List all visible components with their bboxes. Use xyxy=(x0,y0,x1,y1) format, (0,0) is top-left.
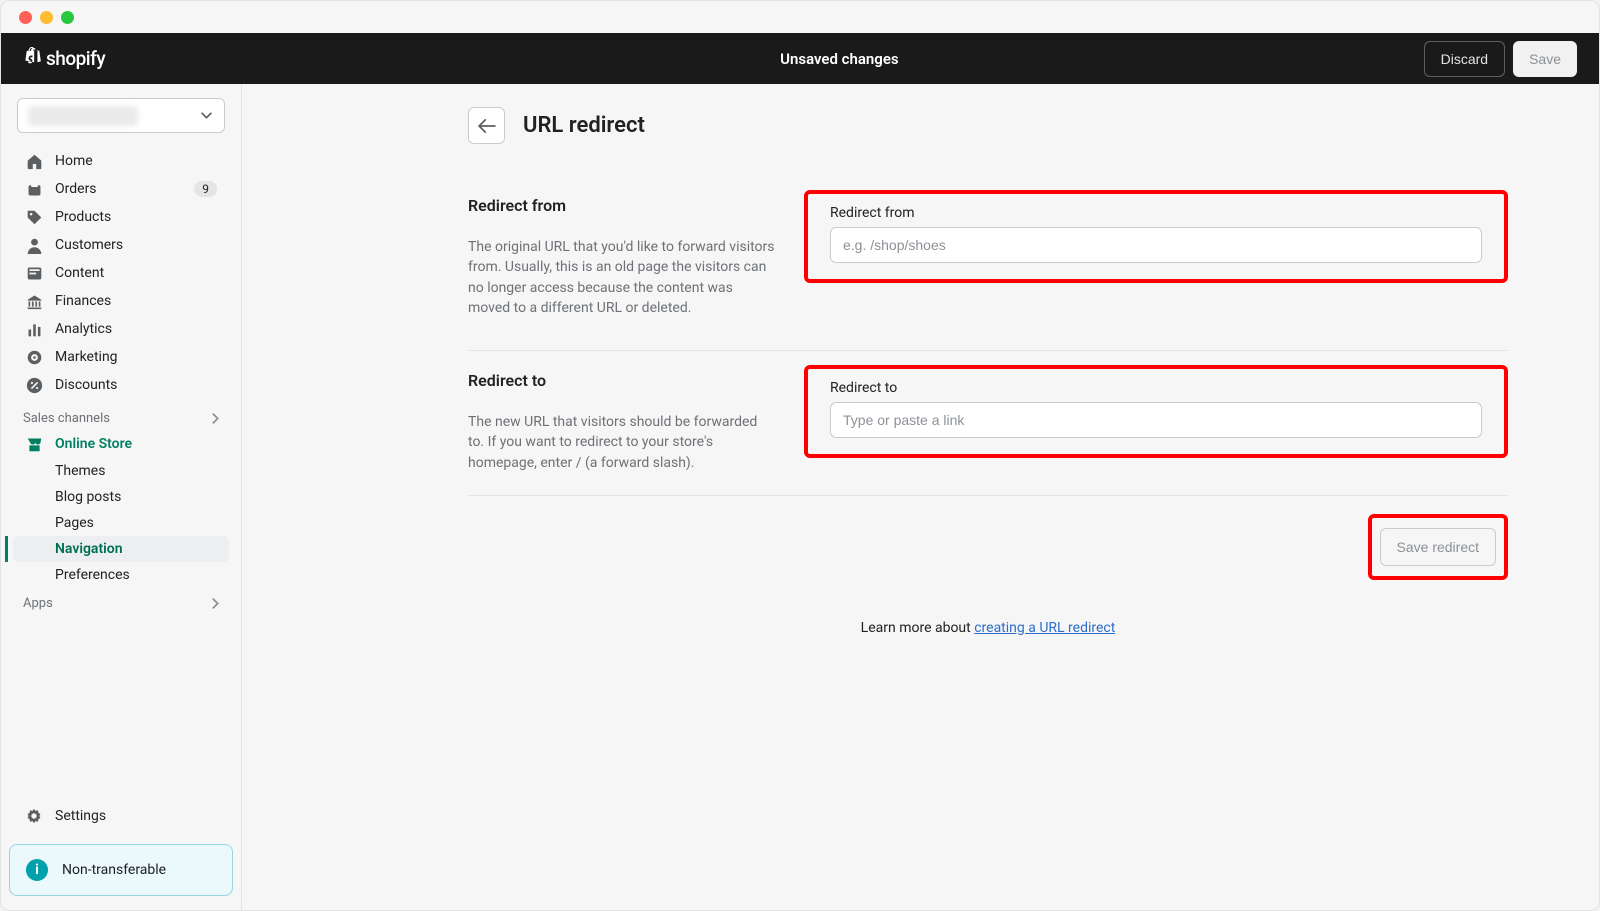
marketing-icon xyxy=(25,348,43,366)
chevron-right-icon xyxy=(212,413,219,424)
page-title: URL redirect xyxy=(523,113,645,138)
sidebar: Home Orders 9 Products Customers C xyxy=(1,84,242,910)
window-titlebar xyxy=(1,1,1599,33)
sidebar-sub-blog-posts[interactable]: Blog posts xyxy=(13,484,229,510)
content-icon xyxy=(25,264,43,282)
main-content: URL redirect Redirect from The original … xyxy=(242,84,1599,910)
store-selector[interactable] xyxy=(17,98,225,133)
store-icon xyxy=(25,435,43,453)
top-app-bar: shopify Unsaved changes Discard Save xyxy=(1,33,1599,84)
sidebar-item-label: Marketing xyxy=(55,349,118,365)
sidebar-item-marketing[interactable]: Marketing xyxy=(13,343,229,371)
sidebar-item-products[interactable]: Products xyxy=(13,203,229,231)
input-label: Redirect from xyxy=(830,205,1482,221)
window-minimize-icon[interactable] xyxy=(40,11,53,24)
sidebar-item-label: Orders xyxy=(55,181,97,197)
sidebar-item-finances[interactable]: Finances xyxy=(13,287,229,315)
redirect-to-input[interactable] xyxy=(830,402,1482,438)
finances-icon xyxy=(25,292,43,310)
sidebar-item-label: Home xyxy=(55,153,93,169)
section-heading: Redirect to xyxy=(468,371,776,390)
non-transferable-banner: i Non-transferable xyxy=(9,844,233,896)
save-redirect-button[interactable]: Save redirect xyxy=(1380,528,1496,566)
sidebar-item-customers[interactable]: Customers xyxy=(13,231,229,259)
learn-more-prefix: Learn more about xyxy=(861,620,975,636)
analytics-icon xyxy=(25,320,43,338)
shopify-wordmark: shopify xyxy=(46,47,105,70)
sidebar-item-label: Blog posts xyxy=(55,489,121,505)
sidebar-item-label: Online Store xyxy=(55,436,132,452)
gear-icon xyxy=(25,807,43,825)
banner-text: Non-transferable xyxy=(62,862,166,878)
products-icon xyxy=(25,208,43,226)
redirect-from-input[interactable] xyxy=(830,227,1482,263)
sidebar-item-label: Navigation xyxy=(55,541,123,557)
learn-more-link[interactable]: creating a URL redirect xyxy=(974,620,1115,636)
back-button[interactable] xyxy=(468,107,505,144)
highlight-redirect-to: Redirect to xyxy=(804,365,1508,458)
sidebar-item-label: Settings xyxy=(55,808,106,824)
apps-header[interactable]: Apps xyxy=(9,588,233,615)
sales-channels-header[interactable]: Sales channels xyxy=(9,403,233,430)
sidebar-item-settings[interactable]: Settings xyxy=(13,802,229,830)
sidebar-sub-themes[interactable]: Themes xyxy=(13,458,229,484)
sidebar-item-label: Pages xyxy=(55,515,94,531)
sidebar-item-home[interactable]: Home xyxy=(13,147,229,175)
save-button[interactable]: Save xyxy=(1513,41,1577,77)
sidebar-item-label: Themes xyxy=(55,463,105,479)
sidebar-item-discounts[interactable]: Discounts xyxy=(13,371,229,399)
info-icon: i xyxy=(26,859,48,881)
sidebar-item-online-store[interactable]: Online Store xyxy=(13,430,229,458)
chevron-right-icon xyxy=(212,598,219,609)
sidebar-item-label: Preferences xyxy=(55,567,130,583)
customers-icon xyxy=(25,236,43,254)
highlight-save-redirect: Save redirect xyxy=(1368,514,1508,580)
orders-badge: 9 xyxy=(194,181,217,197)
sidebar-item-orders[interactable]: Orders 9 xyxy=(13,175,229,203)
discounts-icon xyxy=(25,376,43,394)
sidebar-item-label: Finances xyxy=(55,293,111,309)
chevron-down-icon xyxy=(201,112,212,119)
store-name-redacted xyxy=(28,106,138,126)
section-heading: Redirect from xyxy=(468,196,776,215)
unsaved-changes-label: Unsaved changes xyxy=(255,50,1423,68)
shopify-bag-icon xyxy=(23,47,43,70)
learn-more-footer: Learn more about creating a URL redirect xyxy=(468,620,1508,636)
sidebar-item-label: Customers xyxy=(55,237,123,253)
sidebar-item-analytics[interactable]: Analytics xyxy=(13,315,229,343)
sidebar-item-label: Products xyxy=(55,209,111,225)
sidebar-item-label: Discounts xyxy=(55,377,117,393)
discard-button[interactable]: Discard xyxy=(1424,41,1505,77)
shopify-logo: shopify xyxy=(23,47,105,70)
input-label: Redirect to xyxy=(830,380,1482,396)
highlight-redirect-from: Redirect from xyxy=(804,190,1508,283)
arrow-left-icon xyxy=(478,119,496,133)
sidebar-sub-preferences[interactable]: Preferences xyxy=(13,562,229,588)
section-description: The new URL that visitors should be forw… xyxy=(468,412,776,473)
window-maximize-icon[interactable] xyxy=(61,11,74,24)
section-description: The original URL that you'd like to forw… xyxy=(468,237,776,318)
home-icon xyxy=(25,152,43,170)
sidebar-sub-navigation[interactable]: Navigation xyxy=(13,536,229,562)
sidebar-sub-pages[interactable]: Pages xyxy=(13,510,229,536)
sidebar-item-label: Content xyxy=(55,265,104,281)
sidebar-item-content[interactable]: Content xyxy=(13,259,229,287)
orders-icon xyxy=(25,180,43,198)
window-close-icon[interactable] xyxy=(19,11,32,24)
sidebar-item-label: Analytics xyxy=(55,321,112,337)
